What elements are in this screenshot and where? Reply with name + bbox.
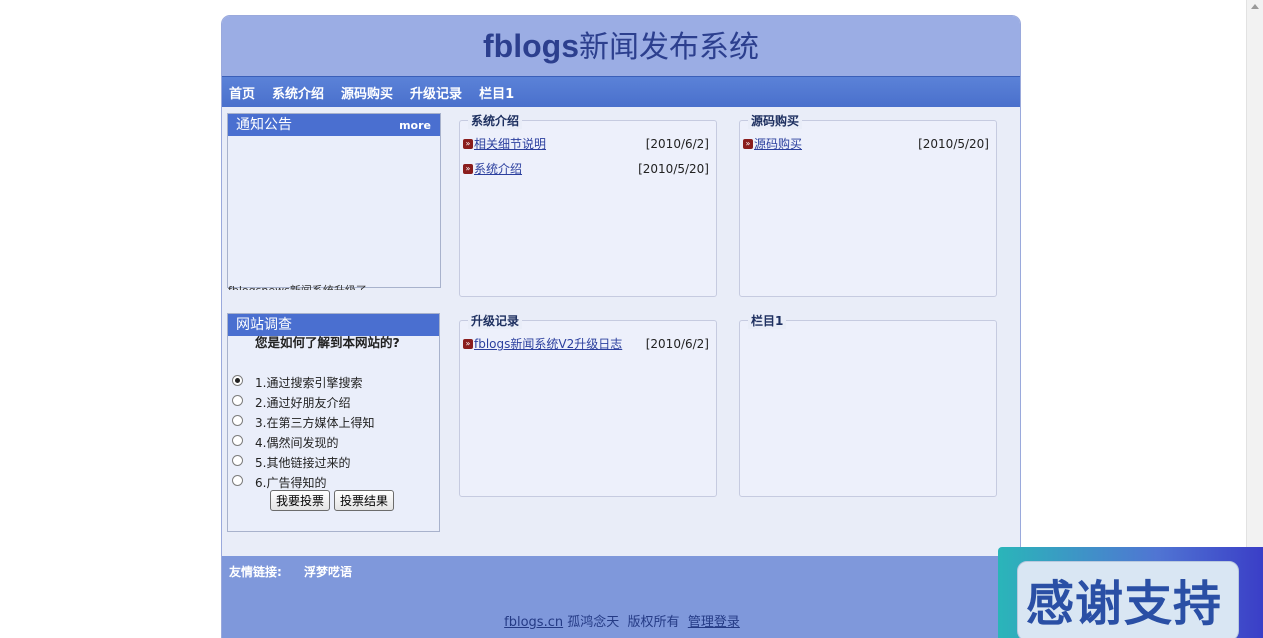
item-date: [2010/6/2] bbox=[645, 336, 709, 351]
radio-button[interactable] bbox=[232, 414, 243, 426]
item-link[interactable]: 系统介绍 bbox=[474, 160, 522, 177]
list-item: » 相关细节说明 [2010/6/2] bbox=[460, 131, 716, 156]
scroll-up-icon[interactable] bbox=[1251, 4, 1259, 9]
promo-banner[interactable]: 感谢支持 bbox=[998, 547, 1263, 638]
radio-button[interactable] bbox=[232, 454, 243, 466]
nav-item-upgrade[interactable]: 升级记录 bbox=[410, 83, 462, 102]
copyright: fblogs.cn 孤鸿念天 版权所有 管理登录 bbox=[222, 611, 1020, 630]
survey-option[interactable]: 6.广告得知的 bbox=[228, 472, 439, 492]
nav-item-home[interactable]: 首页 bbox=[229, 83, 255, 102]
arrow-bullet-icon: » bbox=[463, 138, 473, 149]
item-date: [2010/6/2] bbox=[645, 136, 709, 151]
notice-more-link[interactable]: more bbox=[399, 115, 431, 137]
survey-option[interactable]: 1.通过搜索引擎搜索 bbox=[228, 372, 439, 392]
radio-button[interactable] bbox=[232, 394, 243, 406]
survey-option[interactable]: 3.在第三方媒体上得知 bbox=[228, 412, 439, 432]
list-item: » fblogs新闻系统V2升级日志 [2010/6/2] bbox=[460, 331, 716, 356]
friend-links-label: 友情链接: bbox=[229, 565, 282, 579]
copyright-link[interactable]: fblogs.cn bbox=[504, 615, 563, 630]
promo-text: 感谢支持 bbox=[1026, 576, 1223, 632]
survey-title: 网站调查 bbox=[236, 317, 292, 333]
survey-panel-header: 网站调查 bbox=[228, 314, 439, 336]
nav-item-buy[interactable]: 源码购买 bbox=[341, 83, 393, 102]
box-col1: 栏目1 bbox=[739, 312, 997, 497]
nav-item-col1[interactable]: 栏目1 bbox=[479, 83, 514, 102]
item-date: [2010/5/20] bbox=[918, 136, 989, 151]
page-scrollbar[interactable] bbox=[1246, 0, 1263, 638]
site-header: fblogs新闻发布系统 bbox=[222, 16, 1020, 76]
arrow-bullet-icon: » bbox=[743, 138, 753, 149]
notice-title: 通知公告 bbox=[236, 117, 292, 133]
arrow-bullet-icon: » bbox=[463, 338, 473, 349]
notice-panel: 通知公告 more fblogsnews新闻系统升级了 bbox=[227, 113, 441, 290]
survey-option[interactable]: 2.通过好朋友介绍 bbox=[228, 392, 439, 412]
survey-question: 您是如何了解到本网站的? bbox=[255, 335, 400, 350]
friend-links: 友情链接: 浮梦呓语 bbox=[229, 563, 352, 580]
radio-button[interactable] bbox=[232, 374, 243, 386]
main-nav: 首页 系统介绍 源码购买 升级记录 栏目1 bbox=[222, 76, 1020, 107]
item-link[interactable]: 源码购买 bbox=[754, 135, 802, 152]
survey-option[interactable]: 4.偶然间发现的 bbox=[228, 432, 439, 452]
promo-panel: 感谢支持 bbox=[1017, 561, 1239, 638]
site-title-main: fblogs bbox=[483, 28, 579, 64]
survey-buttons: 我要投票 投票结果 bbox=[228, 490, 439, 511]
arrow-bullet-icon: » bbox=[463, 163, 473, 174]
box-intro: 系统介绍 » 相关细节说明 [2010/6/2] » 系统介绍 [2010/5/20] bbox=[459, 112, 717, 297]
list-item: » 系统介绍 [2010/5/20] bbox=[460, 156, 716, 181]
survey-option-label: 1.通过搜索引擎搜索 bbox=[255, 375, 363, 390]
radio-button[interactable] bbox=[232, 434, 243, 446]
survey-option-label: 6.广告得知的 bbox=[255, 475, 327, 490]
list-item: » 源码购买 [2010/5/20] bbox=[740, 131, 996, 156]
friend-link[interactable]: 浮梦呓语 bbox=[304, 565, 352, 579]
item-link[interactable]: fblogs新闻系统V2升级日志 bbox=[474, 335, 622, 352]
box-intro-title: 系统介绍 bbox=[468, 112, 523, 129]
survey-option-label: 3.在第三方媒体上得知 bbox=[255, 415, 375, 430]
survey-option-label: 4.偶然间发现的 bbox=[255, 435, 339, 450]
nav-item-intro[interactable]: 系统介绍 bbox=[272, 83, 324, 102]
vote-result-button[interactable]: 投票结果 bbox=[334, 490, 395, 511]
item-link[interactable]: 相关细节说明 bbox=[474, 135, 546, 152]
survey-option[interactable]: 5.其他链接过来的 bbox=[228, 452, 439, 472]
site-title-suffix: 新闻发布系统 bbox=[578, 30, 759, 65]
notice-marquee[interactable]: fblogsnews新闻系统升级了 bbox=[228, 282, 367, 290]
page-frame: fblogs新闻发布系统 首页 系统介绍 源码购买 升级记录 栏目1 通知公告 … bbox=[221, 15, 1021, 638]
vote-button[interactable]: 我要投票 bbox=[270, 490, 331, 511]
survey-option-label: 5.其他链接过来的 bbox=[255, 455, 351, 470]
box-upgrade-title: 升级记录 bbox=[468, 312, 523, 329]
box-col1-title: 栏目1 bbox=[748, 312, 787, 329]
item-date: [2010/5/20] bbox=[638, 161, 709, 176]
copyright-author: 孤鸿念天 bbox=[567, 615, 620, 630]
box-buy-title: 源码购买 bbox=[748, 112, 803, 129]
box-upgrade: 升级记录 » fblogs新闻系统V2升级日志 [2010/6/2] bbox=[459, 312, 717, 497]
admin-login-link[interactable]: 管理登录 bbox=[688, 615, 740, 630]
site-title: fblogs新闻发布系统 bbox=[483, 28, 759, 65]
survey-option-label: 2.通过好朋友介绍 bbox=[255, 395, 351, 410]
copyright-rights: 版权所有 bbox=[627, 615, 680, 630]
notice-panel-header: 通知公告 more bbox=[228, 114, 440, 136]
box-buy: 源码购买 » 源码购买 [2010/5/20] bbox=[739, 112, 997, 297]
radio-button[interactable] bbox=[232, 474, 243, 486]
survey-panel: 网站调查 您是如何了解到本网站的? 1.通过搜索引擎搜索 2.通过好朋友介绍 3… bbox=[227, 313, 440, 532]
site-footer: 友情链接: 浮梦呓语 fblogs.cn 孤鸿念天 版权所有 管理登录 bbox=[222, 556, 1020, 638]
